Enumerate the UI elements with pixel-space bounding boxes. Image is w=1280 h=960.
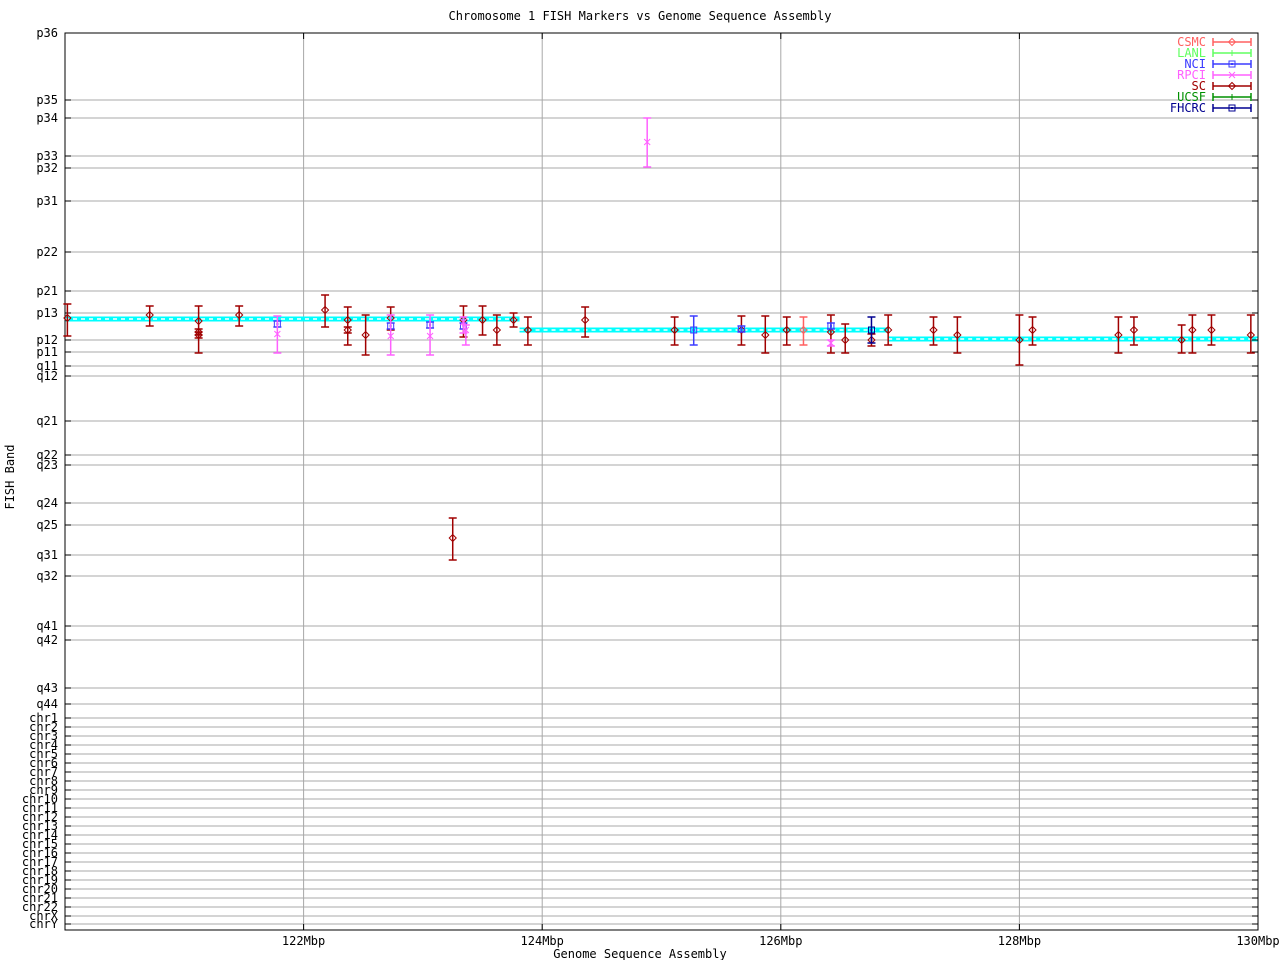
y-tick-label: q31 <box>36 548 58 562</box>
y-tick-label: q24 <box>36 496 58 510</box>
y-tick-label: q21 <box>36 414 58 428</box>
series-SC <box>63 294 1256 561</box>
y-tick-label: p31 <box>36 194 58 208</box>
legend-label-FHCRC: FHCRC <box>1170 101 1206 115</box>
y-tick-label: p35 <box>36 93 58 107</box>
x-tick-label: 124Mbp <box>521 934 564 948</box>
plot-area: p36p35p34p33p32p31p22p21p13p12p11q11q12q… <box>22 26 1280 948</box>
x-tick-label: 130Mbp <box>1236 934 1279 948</box>
y-tick-label: chrY <box>29 917 59 931</box>
y-tick-label: p36 <box>36 26 58 40</box>
chart-root: Chromosome 1 FISH Markers vs Genome Sequ… <box>0 0 1280 960</box>
y-tick-label: q32 <box>36 569 58 583</box>
y-tick-label: q42 <box>36 633 58 647</box>
y-tick-label: q41 <box>36 619 58 633</box>
y-tick-label: q43 <box>36 681 58 695</box>
y-tick-label: q44 <box>36 697 58 711</box>
y-tick-label: q23 <box>36 458 58 472</box>
x-tick-label: 126Mbp <box>759 934 802 948</box>
y-tick-label: p22 <box>36 245 58 259</box>
y-tick-label: p13 <box>36 306 58 320</box>
plus-marker-icon <box>1229 94 1235 100</box>
x-tick-label: 122Mbp <box>282 934 325 948</box>
x-tick-label: 128Mbp <box>998 934 1041 948</box>
legend: CSMCLANLNCIRPCISCUCSFFHCRC <box>1170 35 1252 115</box>
y-tick-label: p11 <box>36 345 58 359</box>
plus-marker-icon <box>1229 50 1235 56</box>
y-tick-label: q12 <box>36 369 58 383</box>
y-tick-label: p21 <box>36 284 58 298</box>
series-CSMC <box>799 316 808 346</box>
y-tick-label: q25 <box>36 518 58 532</box>
y-tick-label: p34 <box>36 111 58 125</box>
y-tick-label: p32 <box>36 161 58 175</box>
